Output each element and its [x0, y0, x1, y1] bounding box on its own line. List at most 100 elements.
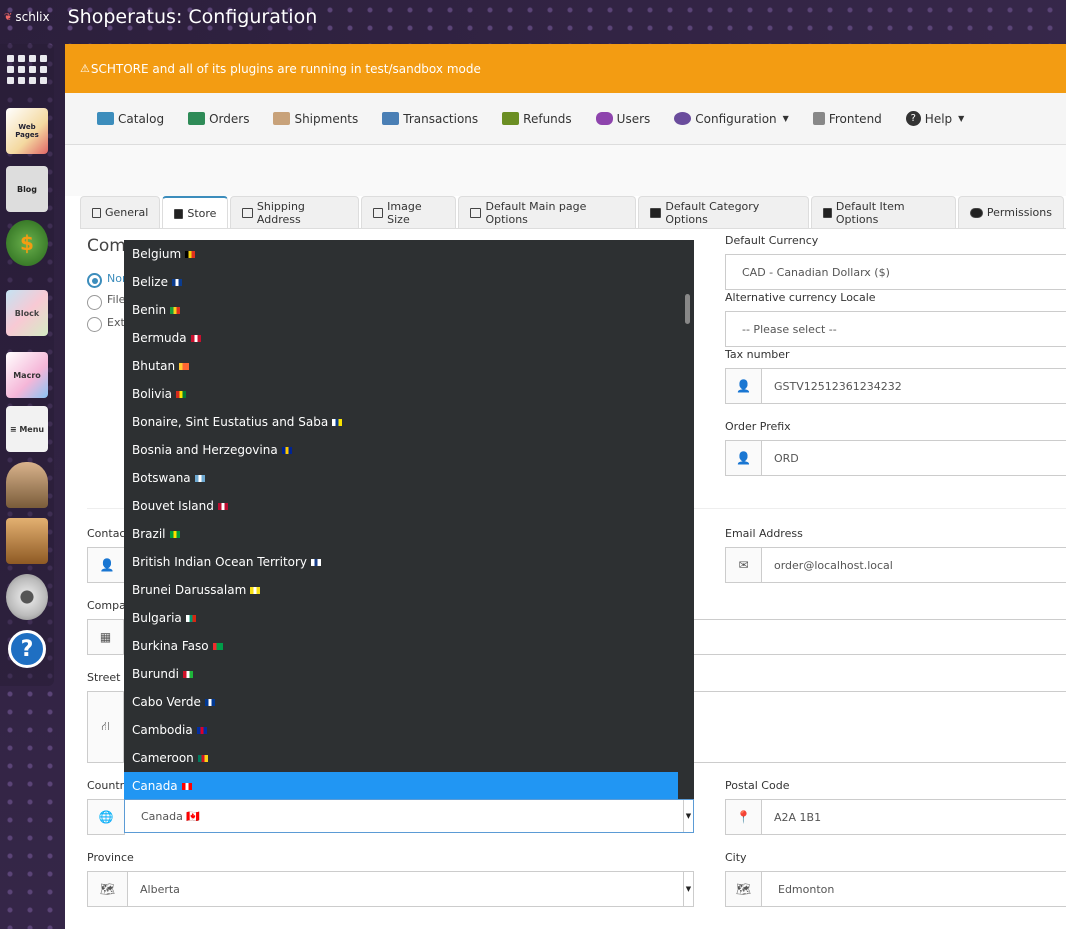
radio-option-2[interactable]: [87, 295, 102, 310]
tab-permissions[interactable]: Permissions: [957, 196, 1064, 228]
country-option[interactable]: Burundi: [124, 660, 678, 688]
flag-icon: [170, 306, 181, 314]
country-option[interactable]: Belize: [124, 268, 678, 296]
country-select[interactable]: Canada 🇨🇦 ▼: [124, 799, 694, 833]
globe-icon: 🌐: [88, 800, 124, 834]
country-option[interactable]: Bhutan: [124, 352, 678, 380]
country-option[interactable]: Bouvet Island: [124, 492, 678, 520]
tax-number-input[interactable]: 👤 GSTV12512361234232: [725, 368, 1066, 404]
user-icon: 👤: [726, 441, 762, 475]
app-launcher: Web Pages Blog $ Block Macro ≡ Menu ?: [0, 44, 54, 686]
map-icon: 🗺: [726, 872, 762, 906]
tax-number-label: Tax number: [725, 348, 790, 361]
dropdown-scrollbar[interactable]: [685, 294, 690, 324]
default-currency-select[interactable]: CAD - Canadian Dollarx ($): [725, 254, 1066, 290]
nav-transactions[interactable]: Transactions: [382, 112, 478, 126]
tab-image-size[interactable]: Image Size: [360, 196, 457, 228]
flag-icon: [176, 390, 187, 398]
tab-general[interactable]: General: [80, 196, 161, 228]
sandbox-warning-banner: ⚠ SCHTORE and all of its plugins are run…: [65, 44, 1066, 93]
contact-label: Contac: [87, 527, 126, 540]
nav-users[interactable]: Users: [595, 112, 650, 126]
country-option[interactable]: Brazil: [124, 520, 678, 548]
radio-option-3-label: Ext: [107, 316, 125, 329]
refunds-icon: [502, 112, 520, 125]
flag-icon: [212, 642, 223, 650]
country-option[interactable]: Cameroon: [124, 744, 678, 772]
country-option[interactable]: Bermuda: [124, 324, 678, 352]
country-option[interactable]: British Indian Ocean Territory: [124, 548, 678, 576]
nav-configuration[interactable]: Configuration ▼: [674, 112, 789, 126]
country-option-label: Benin: [132, 303, 167, 317]
store-coin-icon[interactable]: $: [6, 220, 48, 266]
tab-default-category-options[interactable]: Default Category Options: [637, 196, 810, 228]
menu-icon[interactable]: ≡ Menu: [6, 406, 48, 452]
country-option-label: Bosnia and Herzegovina: [132, 443, 278, 457]
flag-icon: [169, 530, 180, 538]
country-option[interactable]: Canada: [124, 772, 678, 799]
road-icon: ⛙: [88, 692, 124, 762]
nav-orders[interactable]: Orders: [188, 112, 249, 126]
users-icon[interactable]: [6, 462, 48, 508]
country-option-label: Burkina Faso: [132, 639, 209, 653]
radio-option-1[interactable]: [87, 273, 102, 288]
country-option[interactable]: Botswana: [124, 464, 678, 492]
tab-default-item-options[interactable]: Default Item Options: [811, 196, 956, 228]
country-option[interactable]: Cabo Verde: [124, 688, 678, 716]
country-option[interactable]: Bulgaria: [124, 604, 678, 632]
nav-catalog[interactable]: Catalog: [97, 112, 164, 126]
map-icon: 🗺: [88, 872, 128, 906]
flag-icon: [171, 278, 182, 286]
nav-frontend[interactable]: Frontend: [812, 112, 882, 126]
top-bar: ❦ schlix Shoperatus: Configuration: [0, 0, 1066, 34]
tab-store[interactable]: Store: [162, 196, 229, 229]
country-option[interactable]: Bonaire, Sint Eustatius and Saba: [124, 408, 678, 436]
blog-icon[interactable]: Blog: [6, 166, 48, 212]
country-option[interactable]: Belgium: [124, 240, 678, 268]
radio-option-3[interactable]: [87, 317, 102, 332]
flag-icon: [185, 614, 196, 622]
contact-input[interactable]: 👤: [87, 547, 127, 583]
company-label: Compa: [87, 599, 126, 612]
country-option[interactable]: Benin: [124, 296, 678, 324]
nav-help[interactable]: ? Help ▼: [905, 111, 964, 126]
nav-refunds[interactable]: Refunds: [502, 112, 572, 126]
country-option-label: Brunei Darussalam: [132, 583, 247, 597]
country-dropdown-list[interactable]: Belgium Belize Benin Bermuda Bhutan Bolivia Bo…: [124, 240, 694, 799]
tools-icon[interactable]: [6, 518, 48, 564]
tab-default-main-page-options[interactable]: Default Main page Options: [458, 196, 636, 228]
country-option[interactable]: Bolivia: [124, 380, 678, 408]
country-option[interactable]: Burkina Faso: [124, 632, 678, 660]
country-option[interactable]: Brunei Darussalam: [124, 576, 678, 604]
section-heading: Com: [87, 236, 126, 256]
tab-divider: [80, 228, 1066, 229]
city-input[interactable]: 🗺 Edmonton: [725, 871, 1066, 907]
flag-icon: [281, 446, 292, 454]
country-option-label: Bonaire, Sint Eustatius and Saba: [132, 415, 329, 429]
city-label: City: [725, 851, 747, 864]
province-select[interactable]: 🗺 Alberta ▼: [87, 871, 694, 907]
alt-currency-locale-select[interactable]: -- Please select --: [725, 311, 1066, 347]
select-arrow-icon: ▼: [683, 872, 693, 906]
flag-icon: [196, 726, 207, 734]
web-pages-icon[interactable]: Web Pages: [6, 108, 48, 154]
country-option-label: Cameroon: [132, 751, 194, 765]
block-icon[interactable]: Block: [6, 290, 48, 336]
email-input[interactable]: ✉ order@localhost.local: [725, 547, 1066, 583]
settings-gear-icon[interactable]: [6, 574, 48, 620]
country-option[interactable]: Cambodia: [124, 716, 678, 744]
tab-shipping-address[interactable]: Shipping Address: [230, 196, 359, 228]
cogs-icon: [674, 112, 692, 125]
country-option-label: Bulgaria: [132, 611, 182, 625]
country-option-label: Bhutan: [132, 359, 176, 373]
macro-icon[interactable]: Macro: [6, 352, 48, 398]
flag-icon: [185, 250, 196, 258]
nav-shipments[interactable]: Shipments: [273, 112, 358, 126]
order-prefix-input[interactable]: 👤 ORD: [725, 440, 1066, 476]
brand-logo[interactable]: ❦ schlix: [4, 10, 50, 24]
postal-code-input[interactable]: 📍 A2A 1B1: [725, 799, 1066, 835]
apps-grid-icon[interactable]: [6, 46, 48, 92]
help-icon[interactable]: ?: [8, 630, 46, 668]
country-addon: 🌐: [87, 799, 125, 835]
country-option[interactable]: Bosnia and Herzegovina: [124, 436, 678, 464]
